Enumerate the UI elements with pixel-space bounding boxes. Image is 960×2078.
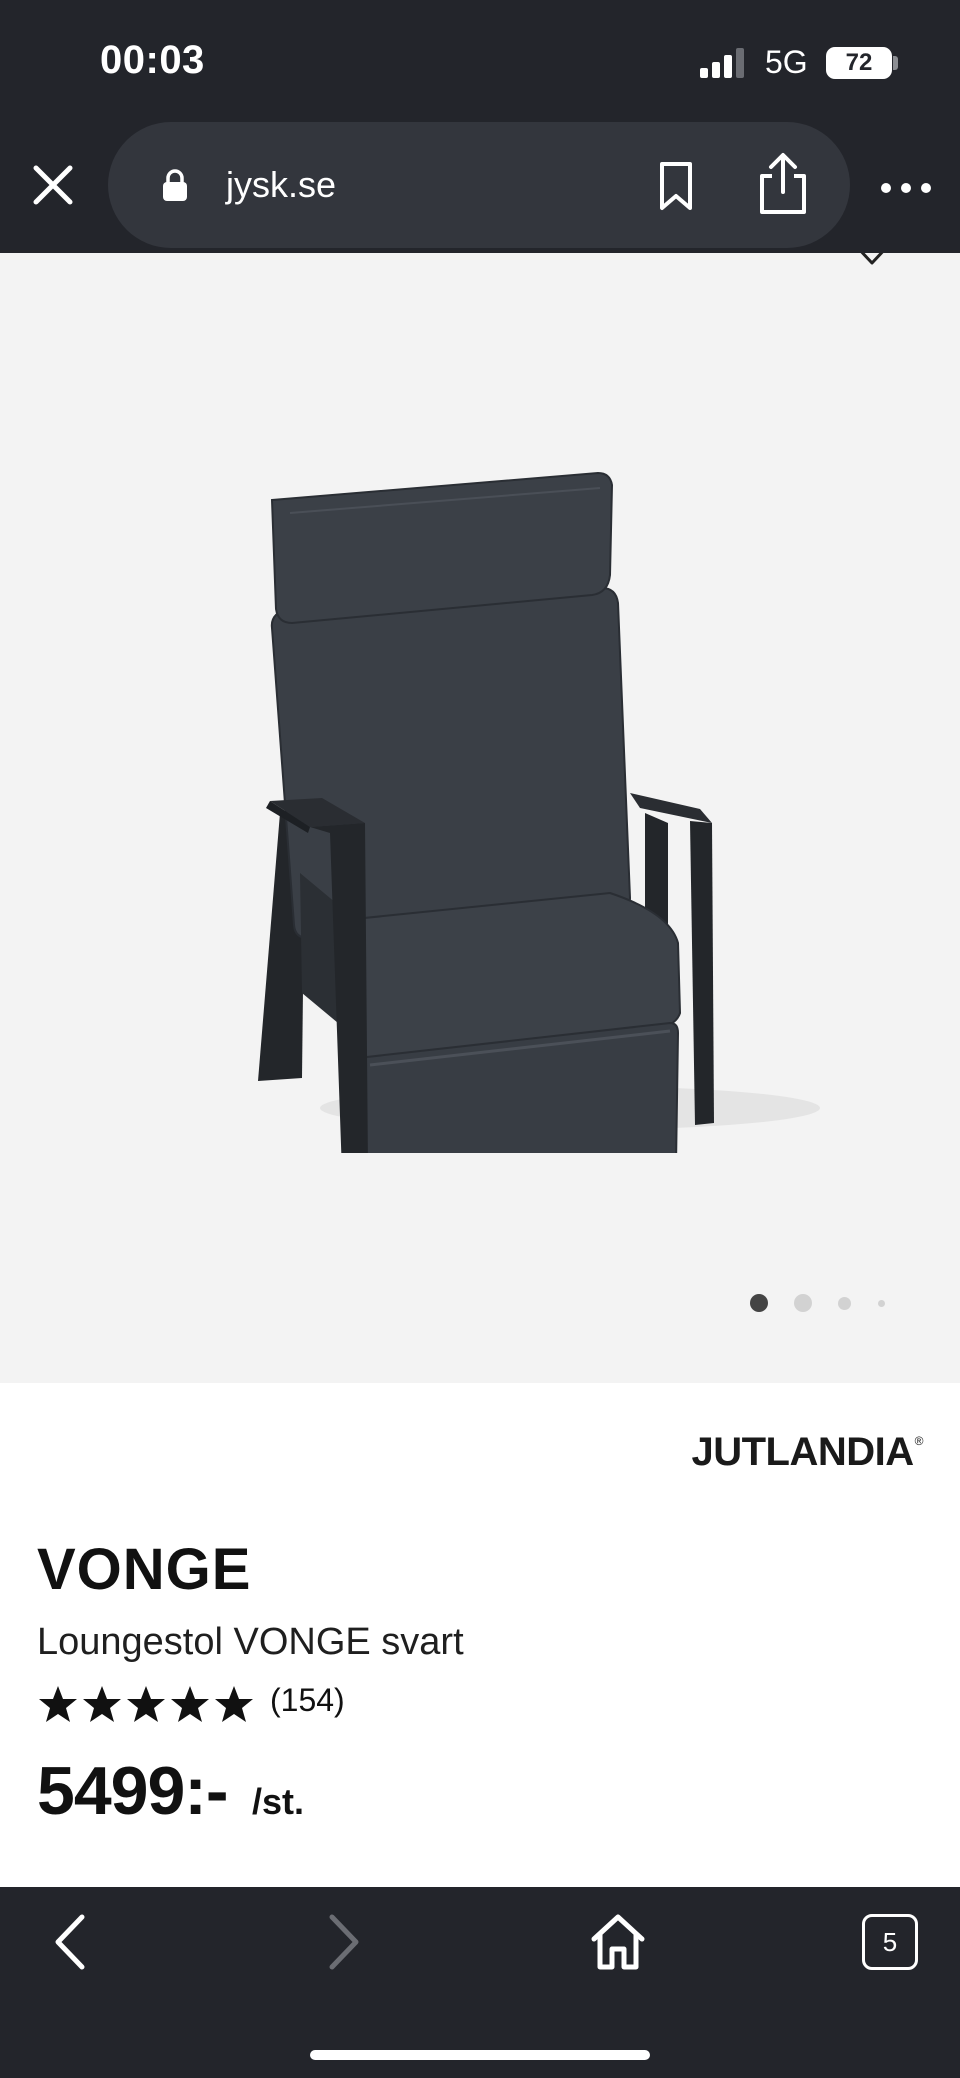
- carousel-dot-2[interactable]: [794, 1294, 812, 1312]
- price-unit: /st.: [252, 1781, 305, 1822]
- close-icon[interactable]: [28, 160, 78, 210]
- star-icon: [83, 1686, 121, 1722]
- browser-bottom-toolbar: 5: [0, 1887, 960, 2078]
- battery-icon: 72: [826, 47, 892, 79]
- product-price: 5499:-: [37, 1753, 229, 1829]
- product-title: VONGE: [37, 1537, 252, 1602]
- bookmark-icon[interactable]: [654, 160, 698, 212]
- rating-count[interactable]: (154): [270, 1682, 345, 1719]
- forward-arrow-icon[interactable]: [320, 1911, 368, 1973]
- star-icon: [171, 1686, 209, 1722]
- product-description: Loungestol VONGE svart: [37, 1621, 464, 1663]
- brand-name: JUTLANDIA: [691, 1430, 914, 1474]
- carousel-indicator[interactable]: [740, 1290, 900, 1314]
- product-image-carousel[interactable]: [0, 253, 960, 1383]
- carousel-dot-3[interactable]: [838, 1297, 851, 1310]
- cellular-signal-icon: [700, 48, 744, 78]
- star-icon: [215, 1686, 253, 1722]
- share-icon[interactable]: [754, 152, 812, 216]
- address-bar[interactable]: jysk.se: [108, 122, 850, 248]
- home-indicator[interactable]: [310, 2050, 650, 2060]
- carousel-dot-4[interactable]: [878, 1300, 885, 1307]
- battery-tip: [893, 56, 898, 70]
- battery-level: 72: [845, 49, 873, 76]
- star-icon: [127, 1686, 165, 1722]
- wishlist-heart-icon[interactable]: [854, 253, 890, 269]
- url-text[interactable]: jysk.se: [226, 164, 336, 206]
- product-image-chair: [258, 471, 820, 1153]
- tabs-button[interactable]: 5: [862, 1914, 918, 1970]
- status-time: 00:03: [100, 38, 205, 82]
- rating-stars[interactable]: [37, 1684, 259, 1726]
- browser-toolbar: jysk.se: [0, 120, 960, 253]
- lock-icon: [163, 169, 187, 201]
- star-icon: [39, 1686, 77, 1722]
- back-arrow-icon[interactable]: [46, 1911, 94, 1973]
- carousel-dot-1[interactable]: [750, 1294, 768, 1312]
- network-type-label: 5G: [765, 44, 808, 80]
- registered-mark: ®: [914, 1434, 924, 1448]
- brand-logo[interactable]: JUTLANDIA®: [691, 1430, 923, 1475]
- more-options-icon[interactable]: [878, 180, 934, 196]
- status-bar: 00:03 5G 72: [0, 0, 960, 120]
- home-icon[interactable]: [588, 1911, 648, 1973]
